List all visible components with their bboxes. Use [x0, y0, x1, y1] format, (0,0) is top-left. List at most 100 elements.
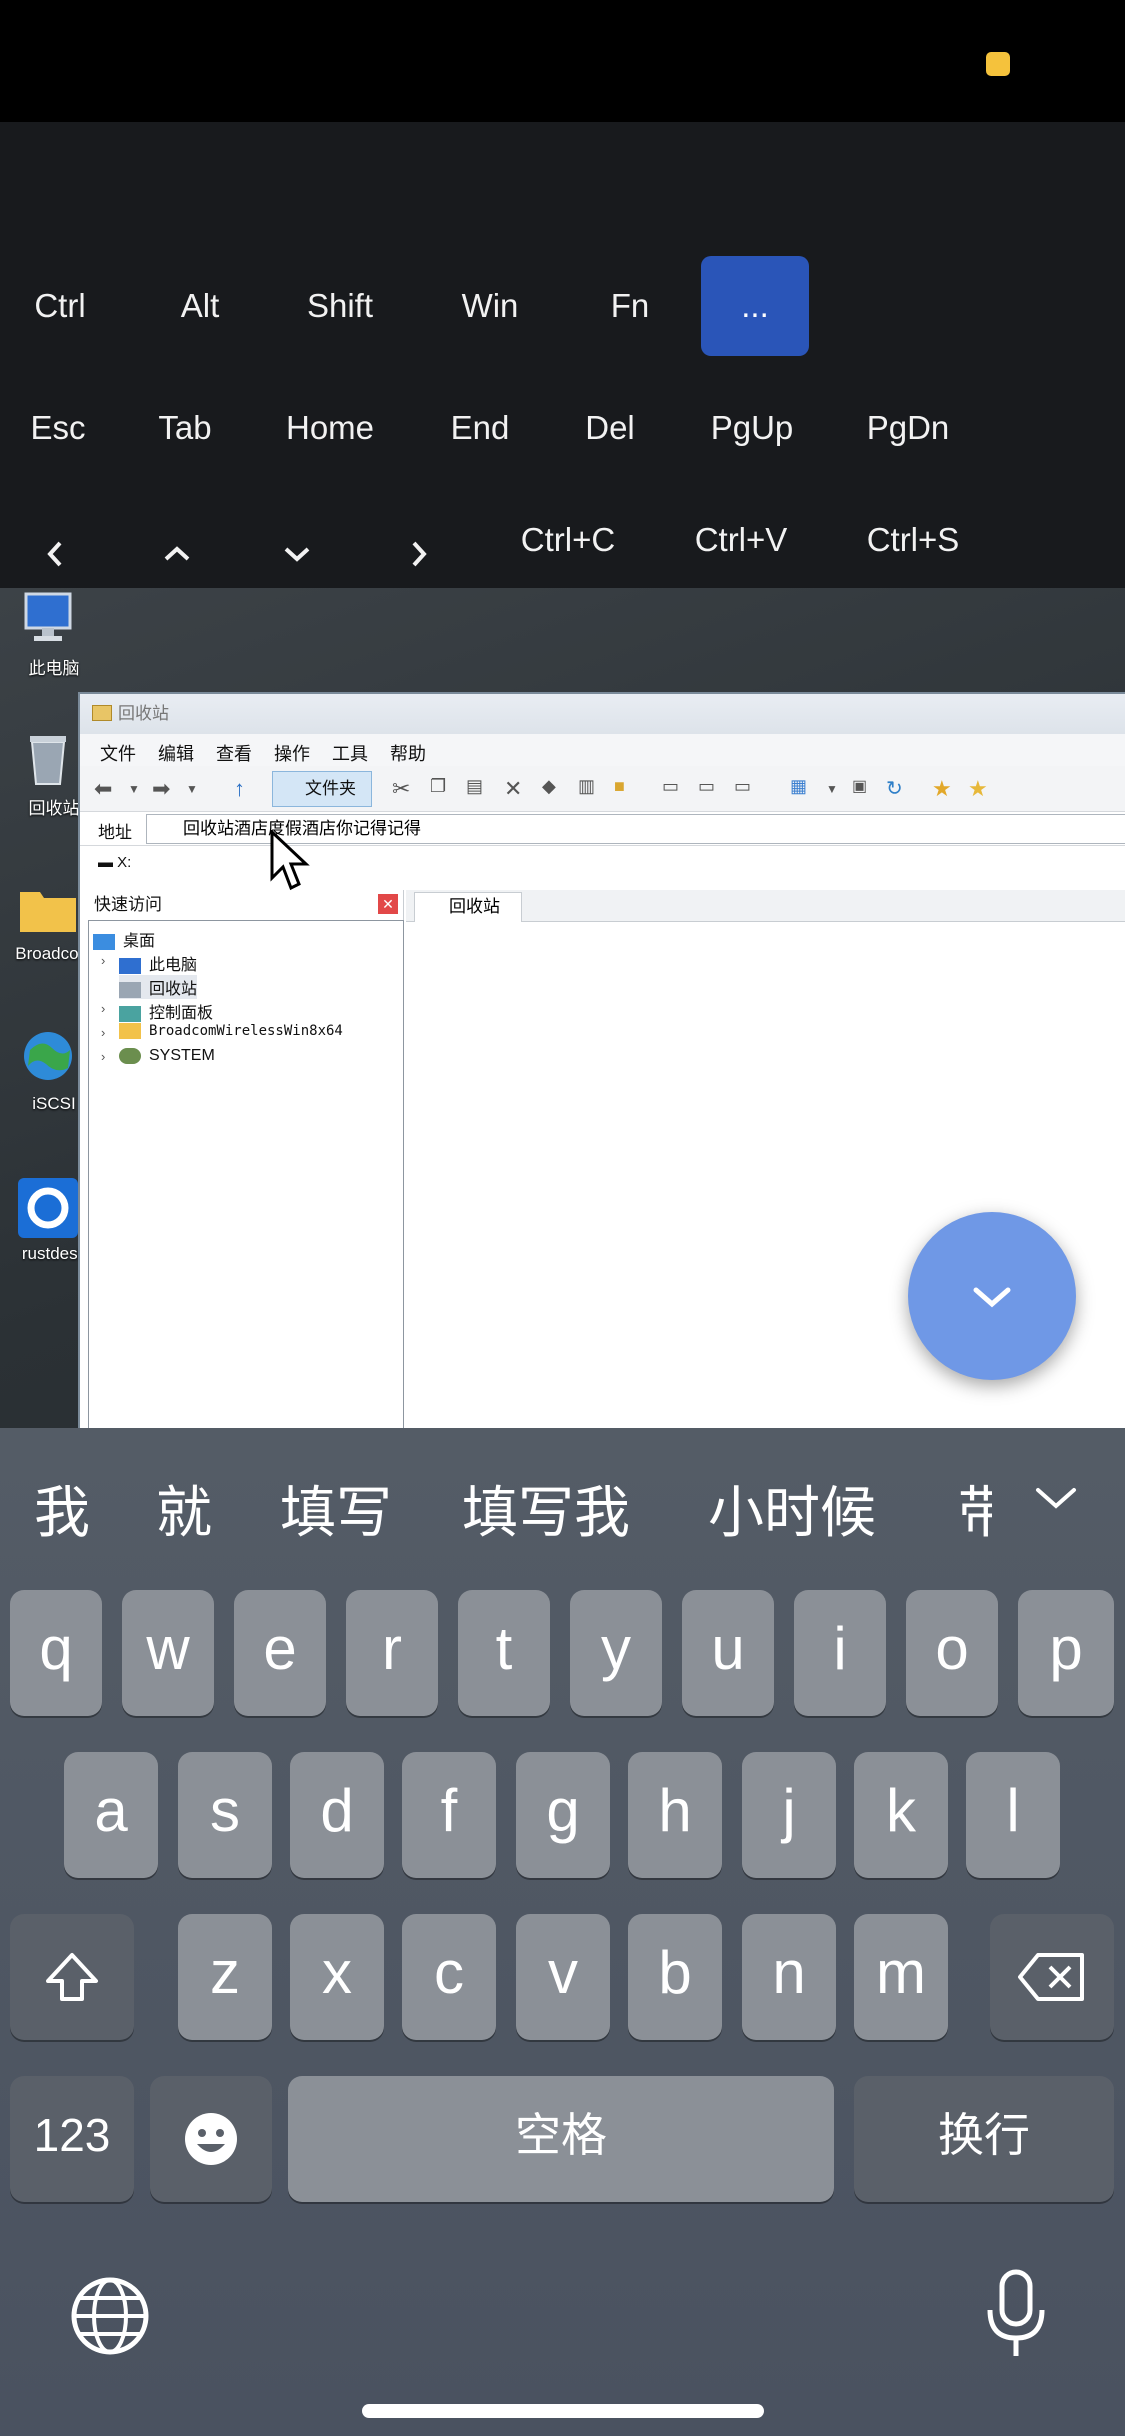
key-k[interactable]: k [854, 1752, 948, 1878]
tree-item-recycle-bin[interactable]: 回收站 [119, 975, 198, 999]
key-i[interactable]: i [794, 1590, 886, 1716]
key-q[interactable]: q [10, 1590, 102, 1716]
left-arrow-key[interactable] [20, 502, 90, 602]
erase-icon[interactable]: ◆ [542, 776, 556, 797]
expand-arrow-icon[interactable]: › [101, 1049, 105, 1064]
delete-icon[interactable]: ✕ [504, 776, 522, 802]
win-key[interactable]: Win [440, 256, 540, 356]
key-m[interactable]: m [854, 1914, 948, 2040]
add-favorite-icon[interactable]: ★ [968, 776, 988, 802]
key-j[interactable]: j [742, 1752, 836, 1878]
ctrl-v-key[interactable]: Ctrl+V [676, 490, 806, 590]
back-icon[interactable]: ⬅ [94, 776, 112, 802]
key-v[interactable]: v [516, 1914, 610, 2040]
tree-item-system[interactable]: SYSTEM [119, 1047, 215, 1065]
menu-action[interactable]: 操作 [274, 740, 310, 766]
esc-key[interactable]: Esc [10, 378, 106, 478]
expand-arrow-icon[interactable]: › [101, 953, 105, 968]
ctrl-key[interactable]: Ctrl [10, 256, 110, 356]
forward-dropdown-icon[interactable]: ▼ [186, 782, 198, 796]
menu-help[interactable]: 帮助 [390, 740, 426, 766]
ctrl-c-key[interactable]: Ctrl+C [500, 490, 636, 590]
candidate-item[interactable]: 带 [958, 1468, 992, 1549]
right-arrow-key[interactable] [384, 502, 454, 602]
properties-icon[interactable]: ▥ [578, 776, 595, 797]
pgup-key[interactable]: PgUp [690, 378, 814, 478]
favorite-icon[interactable]: ★ [932, 776, 952, 802]
candidate-item[interactable]: 就 [156, 1468, 212, 1549]
microphone-icon[interactable] [980, 2266, 1052, 2362]
emoji-key[interactable] [150, 2076, 272, 2202]
key-r[interactable]: r [346, 1590, 438, 1716]
refresh-icon[interactable]: ↻ [886, 776, 903, 801]
candidate-item[interactable]: 填写我 [462, 1468, 630, 1549]
key-x[interactable]: x [290, 1914, 384, 2040]
move-to-icon[interactable]: ▭ [698, 776, 715, 797]
tab-key[interactable]: Tab [140, 378, 230, 478]
key-z[interactable]: z [178, 1914, 272, 2040]
del-key[interactable]: Del [560, 378, 660, 478]
shift-key[interactable]: Shift [288, 256, 392, 356]
folders-button[interactable]: 文件夹 [272, 771, 372, 807]
key-w[interactable]: w [122, 1590, 214, 1716]
paste-icon[interactable]: ▤ [466, 776, 483, 797]
key-s[interactable]: s [178, 1752, 272, 1878]
up-arrow-key[interactable] [142, 502, 212, 602]
copy-to-icon[interactable]: ▭ [662, 776, 679, 797]
expand-candidates-chevron-icon[interactable] [1028, 1470, 1084, 1526]
close-pane-icon[interactable]: ✕ [378, 894, 398, 914]
key-u[interactable]: u [682, 1590, 774, 1716]
window-title-bar[interactable]: 回收站 [80, 694, 1125, 734]
menu-tools[interactable]: 工具 [332, 740, 368, 766]
drive-bar[interactable]: ▬ X: [98, 854, 131, 871]
candidate-item[interactable]: 小时候 [708, 1468, 876, 1549]
key-d[interactable]: d [290, 1752, 384, 1878]
home-indicator[interactable] [362, 2404, 764, 2418]
numbers-key[interactable]: 123 [10, 2076, 134, 2202]
ctrl-s-key[interactable]: Ctrl+S [848, 490, 978, 590]
console-icon[interactable]: ▣ [852, 776, 867, 796]
key-h[interactable]: h [628, 1752, 722, 1878]
expand-arrow-icon[interactable]: › [101, 1001, 105, 1016]
return-key[interactable]: 换行 [854, 2076, 1114, 2202]
key-g[interactable]: g [516, 1752, 610, 1878]
backspace-key[interactable] [990, 1914, 1114, 2040]
key-e[interactable]: e [234, 1590, 326, 1716]
candidate-item[interactable]: 我 [34, 1468, 90, 1549]
key-b[interactable]: b [628, 1914, 722, 2040]
view-dropdown-icon[interactable]: ▼ [826, 782, 838, 796]
new-folder-icon[interactable]: ■ [614, 776, 625, 797]
cut-icon[interactable]: ✂ [392, 776, 410, 802]
candidate-item[interactable]: 填写 [280, 1468, 392, 1549]
globe-icon[interactable] [68, 2274, 152, 2358]
alt-key[interactable]: Alt [150, 256, 250, 356]
expand-arrow-icon[interactable]: › [101, 1025, 105, 1040]
menu-view[interactable]: 查看 [216, 740, 252, 766]
share-icon[interactable]: ▭ [734, 776, 751, 797]
fn-key[interactable]: Fn [580, 256, 680, 356]
shift-key[interactable] [10, 1914, 134, 2040]
tree-item-broadcom[interactable]: BroadcomWirelessWin8x64 [119, 1023, 343, 1039]
key-a[interactable]: a [64, 1752, 158, 1878]
key-y[interactable]: y [570, 1590, 662, 1716]
key-o[interactable]: o [906, 1590, 998, 1716]
menu-file[interactable]: 文件 [100, 740, 136, 766]
menu-edit[interactable]: 编辑 [158, 740, 194, 766]
key-l[interactable]: l [966, 1752, 1060, 1878]
space-key[interactable]: 空格 [288, 2076, 834, 2202]
key-f[interactable]: f [402, 1752, 496, 1878]
up-icon[interactable]: ↑ [234, 776, 245, 802]
back-dropdown-icon[interactable]: ▼ [128, 782, 140, 796]
view-icon[interactable]: ▦ [790, 776, 807, 797]
forward-icon[interactable]: ➡ [152, 776, 170, 802]
end-key[interactable]: End [430, 378, 530, 478]
copy-icon[interactable]: ❐ [430, 776, 446, 797]
pgdn-key[interactable]: PgDn [844, 378, 972, 478]
tree-item-control-panel[interactable]: 控制面板 [119, 999, 213, 1023]
home-key[interactable]: Home [270, 378, 390, 478]
tree-item-this-pc[interactable]: 此电脑 [119, 951, 197, 975]
more-keys-button[interactable]: ... [701, 256, 809, 356]
key-c[interactable]: c [402, 1914, 496, 2040]
key-t[interactable]: t [458, 1590, 550, 1716]
collapse-keyboard-button[interactable] [908, 1212, 1076, 1380]
